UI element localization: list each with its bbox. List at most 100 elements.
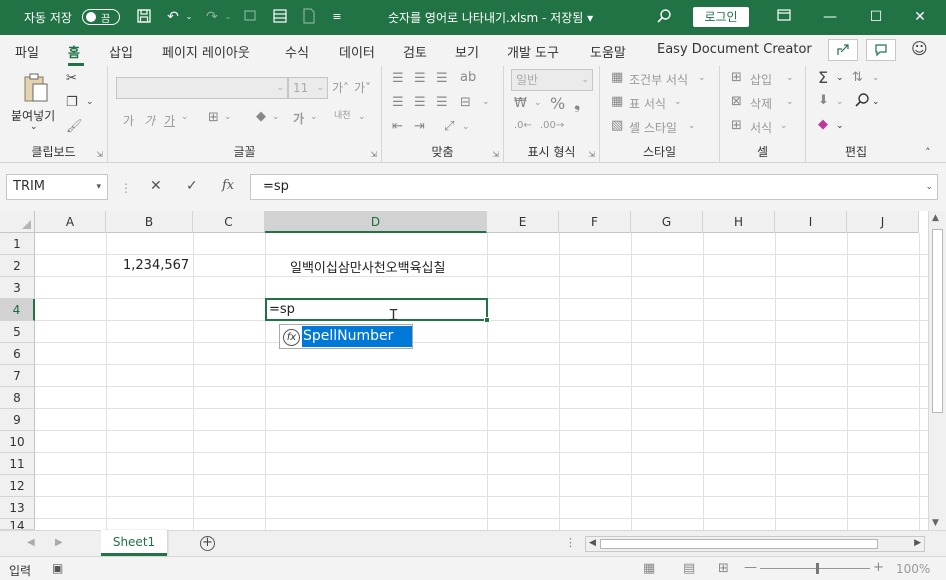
orientation-icon[interactable]: ⤢ [444, 119, 454, 134]
horizontal-scrollbar[interactable]: ◀ ▶ [585, 536, 925, 552]
bold-icon[interactable]: 가 [123, 112, 134, 129]
row-header-6[interactable]: 6 [0, 343, 35, 365]
conditional-formatting-icon[interactable]: ▦ [611, 70, 623, 85]
customize-toolbar-icon[interactable]: ≡ [328, 8, 346, 26]
horizontal-scroll-thumb[interactable] [600, 539, 878, 549]
undo-dropdown-icon[interactable]: ⌄ [180, 8, 198, 26]
column-header-d[interactable]: D [265, 211, 487, 233]
zoom-in-icon[interactable]: + [873, 560, 884, 575]
fill-icon[interactable]: ⬇ [818, 93, 829, 108]
column-header-h[interactable]: H [703, 211, 775, 233]
tab-review[interactable]: 검토 [403, 42, 427, 61]
decrease-indent-icon[interactable]: ⇤ [392, 119, 403, 134]
font-color-icon[interactable]: 가 [293, 110, 304, 127]
accounting-dropdown-icon[interactable]: ⌄ [534, 98, 542, 108]
comments-button[interactable] [866, 39, 896, 61]
cell-d2[interactable]: 일백이십삼만사천오백육십칠 [290, 257, 445, 276]
insert-cells-button[interactable]: 삽입 [750, 71, 772, 88]
font-dialog-launcher-icon[interactable]: ⇲ [370, 150, 377, 159]
increase-indent-icon[interactable]: ⇥ [414, 119, 425, 134]
sheet-tab-sheet1[interactable]: Sheet1 [101, 530, 167, 556]
row-header-13[interactable]: 13 [0, 497, 35, 519]
autosum-icon[interactable]: Σ [818, 68, 828, 87]
tab-insert[interactable]: 삽입 [109, 42, 133, 61]
increase-decimal-icon[interactable]: .0← [514, 120, 532, 131]
merge-dropdown-icon[interactable]: ⌄ [482, 97, 490, 107]
collapse-ribbon-icon[interactable]: ˄ [925, 146, 931, 159]
worksheet-grid[interactable]: A B C D E F G H I J 1 2 3 4 5 6 7 8 9 10… [0, 211, 928, 530]
format-cells-button[interactable]: 서식 [750, 119, 772, 136]
redo-dropdown-icon[interactable]: ⌄ [219, 8, 237, 26]
conditional-formatting-button[interactable]: 조건부 서식 [629, 71, 688, 88]
sort-filter-icon[interactable]: ⇅ [852, 70, 863, 85]
comma-style-icon[interactable]: ❟ [574, 94, 580, 114]
tab-developer[interactable]: 개발 도구 [507, 42, 559, 61]
function-autocomplete[interactable]: fx SpellNumber [279, 324, 413, 349]
row-header-7[interactable]: 7 [0, 365, 35, 387]
font-color-dropdown-icon[interactable]: ⌄ [310, 112, 318, 122]
column-header-a[interactable]: A [35, 211, 106, 233]
align-right-icon[interactable]: ☰ [436, 95, 448, 110]
row-header-3[interactable]: 3 [0, 277, 35, 299]
maximize-icon[interactable]: ☐ [866, 7, 886, 27]
delete-cells-icon[interactable]: ⊠ [731, 94, 742, 109]
select-all-button[interactable] [0, 211, 35, 233]
tab-data[interactable]: 데이터 [339, 42, 375, 61]
zoom-level[interactable]: 100% [896, 562, 930, 576]
tab-formulas[interactable]: 수식 [285, 42, 309, 61]
fill-color-dropdown-icon[interactable]: ⌄ [272, 112, 280, 122]
document-title[interactable]: 숫자를 영어로 나타내기.xlsm - 저장됨 ▾ [388, 9, 593, 26]
tab-help[interactable]: 도움말 [590, 42, 626, 61]
clear-icon[interactable]: ◆ [818, 117, 828, 132]
format-painter-icon[interactable]: 🖌 [66, 119, 83, 134]
row-header-4[interactable]: 4 [0, 299, 35, 321]
cell-b2[interactable]: 1,234,567 [123, 258, 189, 273]
sort-dropdown-icon[interactable]: ⌄ [872, 73, 880, 83]
row-header-1[interactable]: 1 [0, 233, 35, 255]
active-cell-d4[interactable]: =sp [265, 298, 490, 323]
phonetic-icon[interactable]: 내천 [334, 108, 351, 121]
ribbon-display-icon[interactable] [775, 8, 793, 26]
cell-styles-icon[interactable]: ▧ [611, 118, 623, 133]
row-header-12[interactable]: 12 [0, 475, 35, 497]
clear-dropdown-icon[interactable]: ⌄ [836, 121, 844, 131]
autosave-toggle[interactable]: 끔 [82, 9, 120, 25]
underline-dropdown-icon[interactable]: ⌄ [181, 112, 189, 122]
tab-splitter[interactable]: ⋮ [565, 536, 576, 549]
column-header-j[interactable]: J [847, 211, 919, 233]
find-select-icon[interactable] [854, 92, 870, 112]
row-header-14[interactable]: 14 [0, 519, 35, 530]
zoom-slider[interactable] [760, 568, 870, 569]
cell-styles-dropdown-icon[interactable]: ⌄ [688, 121, 696, 131]
font-name-combo[interactable]: ⌄ [116, 77, 288, 99]
tab-view[interactable]: 보기 [455, 42, 479, 61]
column-header-c[interactable]: C [193, 211, 265, 233]
align-center-icon[interactable]: ☰ [414, 95, 426, 110]
scroll-down-icon[interactable]: ▼ [932, 518, 939, 528]
underline-icon[interactable]: 가 [164, 112, 175, 129]
column-header-e[interactable]: E [487, 211, 559, 233]
delete-cells-button[interactable]: 삭제 [750, 95, 772, 112]
copy-icon[interactable]: ❐ [66, 95, 78, 110]
new-file-icon[interactable] [300, 8, 318, 26]
column-header-g[interactable]: G [631, 211, 703, 233]
decrease-decimal-icon[interactable]: .00→ [540, 120, 564, 131]
row-header-8[interactable]: 8 [0, 387, 35, 409]
expand-formula-bar-icon[interactable]: ⌄ [925, 175, 933, 199]
table-format-dropdown-icon[interactable]: ⌄ [674, 97, 682, 107]
format-cells-icon[interactable]: ⊞ [731, 118, 742, 133]
align-left-icon[interactable]: ☰ [392, 95, 404, 110]
tab-file[interactable]: 파일 [15, 42, 39, 61]
name-box[interactable]: TRIM ▾ [6, 174, 108, 200]
accounting-format-icon[interactable]: ₩ [514, 96, 527, 111]
column-header-b[interactable]: B [106, 211, 193, 233]
paste-dropdown-icon[interactable]: ⌄ [30, 122, 38, 132]
minimize-icon[interactable]: — [820, 7, 840, 27]
login-button[interactable]: 로그인 [693, 7, 749, 27]
insert-function-icon[interactable]: fx [222, 178, 234, 193]
copy-dropdown-icon[interactable]: ⌄ [86, 97, 94, 107]
page-break-preview-icon[interactable]: ⊞ [718, 561, 729, 576]
row-header-2[interactable]: 2 [0, 255, 35, 277]
form-icon[interactable] [271, 8, 289, 26]
percent-icon[interactable]: % [550, 94, 565, 113]
